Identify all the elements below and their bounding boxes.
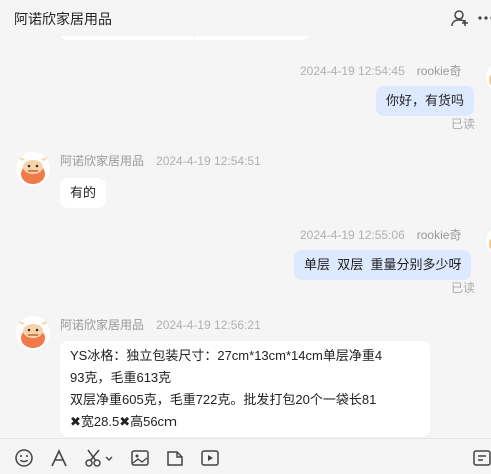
chevron-down-icon[interactable]	[104, 448, 114, 468]
message-meta: 2024-4-19 12:54:45 rookie奇	[300, 62, 461, 79]
message-line: 93克，毛重613克	[70, 370, 172, 385]
message-line: 双层净重605克，毛重722克。批发打包20个一袋长81	[70, 392, 377, 407]
previous-message-divider	[194, 36, 195, 38]
sender-name: rookie奇	[416, 64, 462, 78]
sender-name: 阿诺欣家居用品	[60, 318, 145, 332]
message-bubble[interactable]: 你好，有货吗	[376, 86, 475, 116]
emoji-icon[interactable]	[14, 448, 34, 468]
message-line: ✖宽28.5✖高56cｍ	[70, 414, 178, 429]
scissors-icon[interactable]	[84, 448, 104, 468]
video-icon[interactable]	[200, 448, 220, 468]
message-time: 2024-4-19 12:56:21	[156, 318, 261, 332]
font-icon[interactable]	[49, 448, 69, 468]
message-time: 2024-4-19 12:55:06	[300, 228, 405, 242]
message-list[interactable]: 2024-4-19 12:54:45 rookie奇 你好，有货吗 已读 阿诺欣家…	[0, 36, 491, 438]
sender-name: rookie奇	[416, 228, 462, 242]
message-time: 2024-4-19 12:54:45	[300, 64, 405, 78]
my-avatar[interactable]	[484, 60, 491, 94]
chat-title: 阿诺欣家居用品	[14, 11, 112, 27]
read-status: 已读	[451, 281, 476, 295]
message-bubble[interactable]: YS冰格：独立包装尺寸：27cm*13cm*14cm单层净重4 93克，毛重61…	[60, 341, 430, 437]
previous-message-bubble	[60, 36, 310, 40]
shop-avatar[interactable]	[16, 152, 50, 186]
message-meta: 2024-4-19 12:55:06 rookie奇	[300, 226, 461, 243]
input-toolbar	[0, 438, 491, 474]
folder-icon[interactable]	[165, 448, 185, 468]
sender-name: 阿诺欣家居用品	[60, 154, 145, 168]
more-tools-icon[interactable]	[472, 448, 491, 468]
message-bubble[interactable]: 有的	[60, 178, 107, 208]
my-avatar[interactable]	[484, 224, 491, 258]
read-status: 已读	[451, 117, 476, 131]
message-meta: 阿诺欣家居用品 2024-4-19 12:54:51	[60, 152, 261, 169]
shop-avatar[interactable]	[16, 316, 50, 350]
message-line: YS冰格：独立包装尺寸：27cm*13cm*14cm单层净重4	[70, 348, 383, 363]
more-icon[interactable]	[477, 8, 491, 28]
add-contact-icon[interactable]	[450, 8, 470, 28]
chat-header: 阿诺欣家居用品	[0, 0, 491, 36]
image-icon[interactable]	[130, 448, 150, 468]
message-meta: 阿诺欣家居用品 2024-4-19 12:56:21	[60, 316, 261, 333]
message-bubble[interactable]: 单层 双层 重量分别多少呀	[294, 250, 472, 280]
message-time: 2024-4-19 12:54:51	[156, 154, 261, 168]
